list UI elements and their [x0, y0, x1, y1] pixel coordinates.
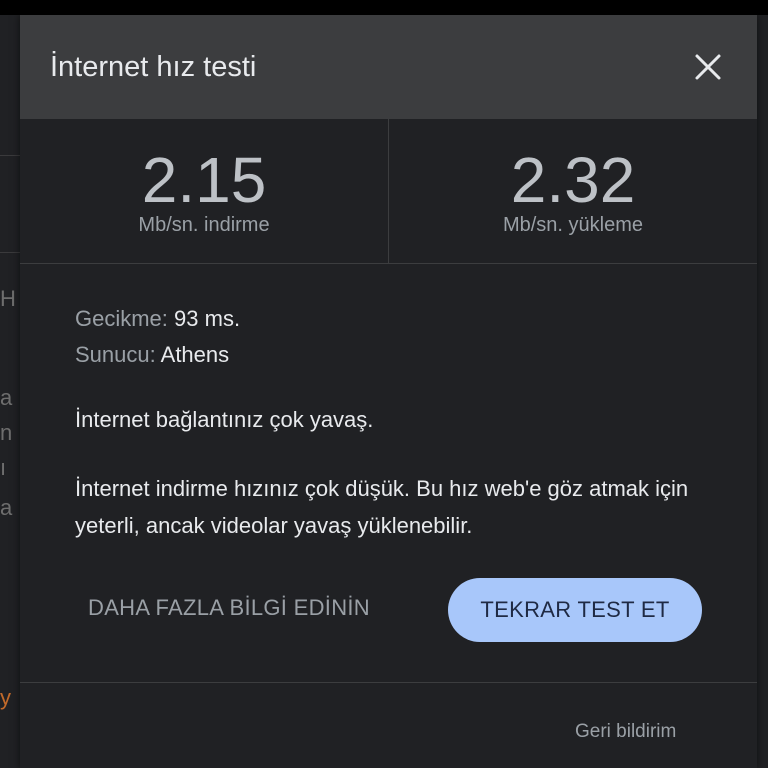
background-text-fragment: H: [0, 286, 16, 311]
close-button[interactable]: [688, 47, 728, 87]
dialog-title: İnternet hız testi: [50, 51, 257, 83]
background-text-fragment: a: [0, 495, 13, 520]
status-message: İnternet bağlantınız çok yavaş.: [75, 407, 374, 432]
speed-results: 2.15 Mb/sn. indirme 2.32 Mb/sn. yükleme: [20, 119, 757, 264]
upload-speed-unit: Mb/sn. yükleme: [502, 214, 644, 236]
close-icon: [695, 54, 721, 80]
feedback-link[interactable]: Geri bildirim: [575, 721, 676, 743]
latency-label: Gecikme:: [75, 306, 168, 331]
latency-row: Gecikme: 93 ms.: [75, 306, 240, 332]
more-info-button[interactable]: DAHA FAZLA BİLGİ EDİNİN: [88, 595, 370, 621]
server-row: Sunucu: Athens: [75, 342, 229, 368]
server-value: Athens: [160, 342, 230, 367]
download-speed-unit: Mb/sn. indirme: [138, 214, 270, 236]
background-text-fragment: ı: [0, 455, 7, 480]
background-divider: [0, 155, 20, 156]
background-divider: [0, 252, 20, 253]
footer-divider: [20, 682, 757, 683]
background-text-fragment: y: [0, 685, 11, 710]
download-speed-value: 2.15: [141, 144, 267, 216]
server-label: Sunucu:: [75, 342, 156, 367]
upload-speed-value: 2.32: [510, 144, 636, 216]
top-strip: [0, 0, 768, 15]
background-text-fragment: a: [0, 385, 13, 410]
download-speed: 2.15 Mb/sn. indirme: [20, 119, 388, 263]
latency-value: 93 ms.: [174, 306, 241, 331]
background-text-fragment: n: [0, 420, 13, 445]
upload-speed: 2.32 Mb/sn. yükleme: [389, 119, 757, 263]
retest-button[interactable]: TEKRAR TEST ET: [448, 578, 702, 642]
detail-message: İnternet indirme hızınız çok düşük. Bu h…: [75, 476, 689, 538]
speed-test-dialog: İnternet hız testi 2.15 Mb/sn. indirme 2…: [20, 15, 757, 768]
dialog-header: İnternet hız testi: [20, 15, 757, 119]
